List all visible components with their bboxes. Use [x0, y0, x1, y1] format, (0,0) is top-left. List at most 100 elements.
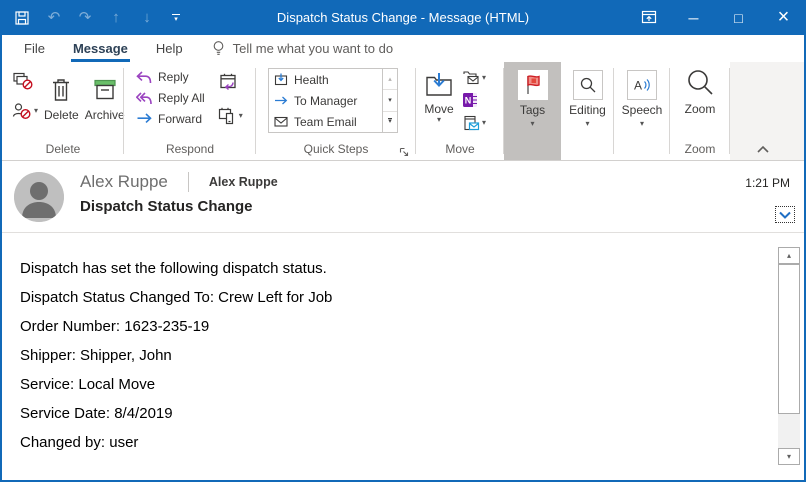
dropdown-icon: ▾ [34, 107, 38, 115]
ribbon-group-respond: Reply Reply All [124, 62, 256, 160]
zoom-magnifier-icon [685, 68, 715, 98]
message-header: Alex Ruppe Alex Ruppe Dispatch Status Ch… [2, 162, 804, 233]
undo-icon[interactable]: ↶ [45, 0, 63, 35]
svg-text:A: A [634, 79, 642, 93]
move-button[interactable]: Move ▾ [424, 66, 454, 142]
scroll-track[interactable] [778, 414, 800, 448]
scroll-up-button[interactable]: ▴ [778, 247, 800, 264]
customize-qat-icon[interactable]: ▾ [169, 14, 183, 22]
tab-help[interactable]: Help [142, 35, 197, 62]
tab-file[interactable]: File [10, 35, 59, 62]
ribbon-group-move: Move ▾ ▾ [416, 62, 504, 160]
ribbon-tab-row: File Message Help Tell me what you want … [2, 35, 804, 62]
ribbon-filler [730, 62, 804, 160]
divider [188, 172, 189, 192]
ribbon-group-delete: ▾ Delete [2, 62, 124, 160]
ribbon-group-tags: Tags ▾ [504, 62, 561, 160]
received-time: 1:21 PM [745, 176, 790, 190]
quick-access-toolbar: ↶ ↷ ↑ ↓ ▾ [14, 0, 183, 35]
move-folder-icon [424, 72, 454, 98]
close-button[interactable]: × [761, 0, 806, 35]
dropdown-icon: ▾ [585, 120, 589, 128]
group-label-respond: Respond [124, 142, 256, 160]
quicksteps-more-button[interactable]: ▾ [383, 112, 397, 132]
junk-button[interactable]: ▾ [12, 102, 38, 120]
dropdown-icon: ▾ [482, 74, 486, 82]
outlook-message-window: ↶ ↷ ↑ ↓ ▾ Dispatch Status Change - Messa… [0, 0, 806, 482]
quicksteps-scroll-down-button[interactable]: ▾ [383, 90, 397, 111]
body-line: Order Number: 1623-235-19 [20, 318, 764, 335]
ribbon-group-quick-steps: Health To Manager [256, 62, 416, 160]
move-down-icon[interactable]: ↓ [138, 0, 156, 35]
message-subject: Dispatch Status Change [80, 198, 253, 215]
save-icon[interactable] [14, 10, 32, 26]
onenote-button[interactable]: N [462, 92, 486, 108]
ribbon-group-editing: Editing ▾ [561, 62, 614, 160]
message-body: Dispatch has set the following dispatch … [2, 234, 804, 480]
quick-steps-dialog-launcher-icon[interactable] [399, 147, 409, 157]
archive-button[interactable]: Archive [85, 70, 125, 142]
lightbulb-icon [211, 40, 226, 57]
forward-button[interactable]: Forward [136, 112, 205, 126]
reply-all-button[interactable]: Reply All [136, 91, 205, 105]
magnifier-icon [573, 70, 603, 100]
group-label-move: Move [416, 142, 504, 160]
sender-display-name[interactable]: Alex Ruppe [209, 175, 278, 189]
tab-message[interactable]: Message [59, 35, 142, 62]
more-respond-actions-button[interactable]: ▾ [217, 106, 243, 126]
rules-button[interactable]: ▾ [462, 70, 486, 85]
quickstep-item-to-manager[interactable]: To Manager [269, 90, 382, 111]
collapse-ribbon-button[interactable] [756, 145, 770, 154]
quickstep-item-team-email[interactable]: Team Email [269, 111, 382, 132]
minimize-button[interactable]: ─ [671, 0, 716, 35]
dropdown-icon: ▾ [482, 119, 486, 127]
window-title: Dispatch Status Change - Message (HTML) [277, 10, 529, 25]
meeting-button[interactable] [217, 72, 243, 94]
dropdown-icon: ▾ [530, 120, 534, 128]
trash-icon [48, 76, 74, 104]
zoom-button[interactable]: Zoom [685, 62, 716, 142]
maximize-button[interactable]: □ [716, 0, 761, 35]
ribbon-group-zoom: Zoom Zoom [670, 62, 730, 160]
body-line: Service Date: 8/4/2019 [20, 405, 764, 422]
speech-button[interactable]: A Speech ▾ [614, 62, 670, 160]
scrollbar[interactable]: ▴ ▾ [778, 247, 800, 465]
expand-header-button[interactable] [775, 206, 795, 223]
body-line: Changed by: user [20, 434, 764, 451]
flag-icon [518, 70, 548, 100]
dropdown-icon: ▾ [239, 112, 243, 120]
body-line: Service: Local Move [20, 376, 764, 393]
title-bar: ↶ ↷ ↑ ↓ ▾ Dispatch Status Change - Messa… [0, 0, 806, 35]
dropdown-icon: ▾ [640, 120, 644, 128]
quick-steps-gallery: Health To Manager [268, 68, 398, 133]
tell-me-label: Tell me what you want to do [233, 41, 393, 56]
group-label-delete: Delete [2, 142, 124, 160]
ignore-button[interactable] [12, 72, 38, 90]
quicksteps-scroll-up-button[interactable]: ▴ [383, 69, 397, 90]
sender-avatar[interactable] [14, 172, 64, 222]
body-line: Dispatch Status Changed To: Crew Left fo… [20, 289, 764, 306]
ribbon-group-speech: A Speech ▾ [614, 62, 670, 160]
quickstep-item-health[interactable]: Health [269, 69, 382, 90]
ribbon-display-options-button[interactable] [626, 0, 671, 35]
sender-name[interactable]: Alex Ruppe [80, 172, 168, 192]
dropdown-icon: ▾ [437, 116, 441, 124]
body-line: Dispatch has set the following dispatch … [20, 260, 764, 277]
delete-button[interactable]: Delete [44, 70, 79, 142]
group-label-zoom: Zoom [670, 142, 730, 160]
reply-button[interactable]: Reply [136, 70, 205, 84]
actions-button[interactable]: ▾ [462, 115, 486, 131]
archive-box-icon [91, 76, 119, 104]
move-up-icon[interactable]: ↑ [107, 0, 125, 35]
scroll-thumb[interactable] [778, 264, 800, 414]
tell-me-box[interactable]: Tell me what you want to do [211, 40, 393, 57]
window-border [0, 35, 2, 482]
group-label-quick-steps: Quick Steps [256, 142, 416, 160]
editing-button[interactable]: Editing ▾ [561, 62, 614, 160]
ribbon: ▾ Delete [2, 62, 804, 161]
body-line: Shipper: Shipper, John [20, 347, 764, 364]
scroll-down-button[interactable]: ▾ [778, 448, 800, 465]
svg-text:N: N [465, 96, 472, 106]
redo-icon[interactable]: ↷ [76, 0, 94, 35]
tags-button[interactable]: Tags ▾ [504, 62, 561, 160]
